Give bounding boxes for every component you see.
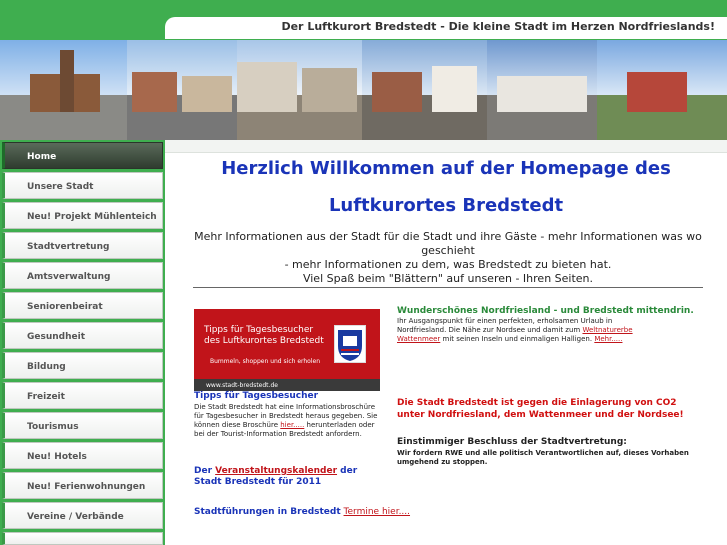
vote-text: Wir fordern RWE und alle politisch Veran…	[397, 449, 689, 466]
intro-text: Mehr Informationen aus der Stadt für die…	[183, 230, 713, 286]
sidebar-nav: Home Unsere Stadt Neu! Projekt Mühlentei…	[0, 140, 165, 545]
sidebar-item-label: Home	[27, 152, 57, 162]
tips-banner-url: www.stadt-bredstedt.de	[206, 382, 278, 389]
sidebar-item-label: Neu! Ferienwohnungen	[27, 482, 146, 492]
sidebar-item-gesundheit[interactable]: Gesundheit	[2, 322, 163, 349]
nf-more-link[interactable]: Mehr.....	[594, 335, 622, 343]
tours-label: Stadtführungen in Bredstedt	[194, 507, 341, 517]
sidebar-item-label: Seniorenbeirat	[27, 302, 103, 312]
calendar-text: Der Veranstaltungskalender der Stadt Bre…	[194, 466, 384, 488]
sidebar-item-label: Bildung	[27, 362, 66, 372]
calendar-link[interactable]: Veranstaltungskalender	[215, 466, 337, 476]
sidebar-item-label: Vereine / Verbände	[27, 512, 124, 522]
tips-download-link[interactable]: hier.....	[280, 421, 304, 429]
sidebar-item-ferienwohnungen[interactable]: Neu! Ferienwohnungen	[2, 472, 163, 499]
site-title: Der Luftkurort Bredstedt - Die kleine St…	[281, 20, 715, 33]
header-photo-banner	[0, 40, 727, 140]
banner-photo-chapel	[597, 40, 727, 140]
tips-banner-line: Tipps für Tagesbesucher	[204, 325, 314, 335]
sidebar-item-seniorenbeirat[interactable]: Seniorenbeirat	[2, 292, 163, 319]
sidebar-item-label: Stadtvertretung	[27, 242, 110, 252]
tips-banner-title: Tipps für Tagesbesucher des Luftkurortes…	[204, 325, 324, 347]
sidebar-item-bildung[interactable]: Bildung	[2, 352, 163, 379]
sidebar-item-projekt-muehlenteich[interactable]: Neu! Projekt Mühlenteich	[2, 202, 163, 229]
sidebar-item-cut-off[interactable]	[2, 532, 163, 545]
sidebar-item-label: Freizeit	[27, 392, 65, 402]
sidebar-item-home[interactable]: Home	[2, 142, 163, 169]
sidebar-item-tourismus[interactable]: Tourismus	[2, 412, 163, 439]
sidebar-item-label: Neu! Projekt Mühlenteich	[27, 212, 157, 222]
sidebar-item-label: Amtsverwaltung	[27, 272, 111, 282]
banner-photo-house	[487, 40, 597, 140]
intro-line: - mehr Informationen zu dem, was Bredste…	[284, 258, 612, 271]
sidebar-item-label: Tourismus	[27, 422, 79, 432]
sidebar-item-unsere-stadt[interactable]: Unsere Stadt	[2, 172, 163, 199]
sidebar-item-amtsverwaltung[interactable]: Amtsverwaltung	[2, 262, 163, 289]
sidebar-item-vereine-verbaende[interactable]: Vereine / Verbände	[2, 502, 163, 529]
banner-photo-street	[127, 40, 237, 140]
co2-line: Die Stadt Bredstedt ist gegen die Einlag…	[397, 398, 677, 408]
divider	[193, 287, 703, 288]
sidebar-item-stadtvertretung[interactable]: Stadtvertretung	[2, 232, 163, 259]
header-bar: Der Luftkurort Bredstedt - Die kleine St…	[165, 17, 727, 39]
tours-link[interactable]: Termine hier....	[344, 507, 410, 517]
sidebar-item-hotels[interactable]: Neu! Hotels	[2, 442, 163, 469]
nf-text-part: Ihr Ausgangspunkt für einen perfekten, e…	[397, 317, 613, 334]
intro-line: Mehr Informationen aus der Stadt für die…	[194, 230, 702, 257]
tips-title: Tipps für Tagesbesucher	[194, 391, 319, 401]
vote-title: Einstimmiger Beschluss der Stadtvertretu…	[397, 437, 627, 447]
co2-line: unter Nordfriesland, dem Wattenmeer und …	[397, 410, 684, 420]
sidebar-item-label: Gesundheit	[27, 332, 86, 342]
calendar-pre: Der	[194, 466, 213, 476]
town-crest-icon	[334, 325, 366, 363]
banner-photo-church	[0, 40, 127, 140]
co2-notice: Die Stadt Bredstedt ist gegen die Einlag…	[397, 397, 717, 421]
main-content: Herzlich Willkommen auf der Homepage des…	[165, 140, 727, 545]
nf-text-part: mit seinen Inseln und einmaligen Hallige…	[442, 335, 593, 343]
content-top-strip	[165, 140, 727, 153]
page-heading-line2: Luftkurortes Bredstedt	[328, 195, 564, 216]
tips-banner-image[interactable]: Tipps für Tagesbesucher des Luftkurortes…	[194, 309, 380, 391]
nordfriesland-title: Wunderschönes Nordfriesland - und Bredst…	[397, 306, 694, 316]
page-heading-line1: Herzlich Willkommen auf der Homepage des	[221, 158, 671, 179]
tips-banner-line: des Luftkurortes Bredstedt	[204, 336, 324, 346]
banner-photo-market	[237, 40, 362, 140]
banner-photo-square	[362, 40, 487, 140]
tips-banner-subtitle: Bummeln, shoppen und sich erholen	[210, 358, 321, 365]
nordfriesland-text: Ihr Ausgangspunkt für einen perfekten, e…	[397, 317, 652, 344]
intro-line: Viel Spaß beim "Blättern" auf unseren - …	[302, 272, 594, 285]
sidebar-item-freizeit[interactable]: Freizeit	[2, 382, 163, 409]
sidebar-item-label: Neu! Hotels	[27, 452, 87, 462]
tips-text: Die Stadt Bredstedt hat eine Information…	[194, 403, 384, 439]
sidebar-item-label: Unsere Stadt	[27, 182, 94, 192]
tours-text: Stadtführungen in Bredstedt Termine hier…	[194, 507, 410, 517]
